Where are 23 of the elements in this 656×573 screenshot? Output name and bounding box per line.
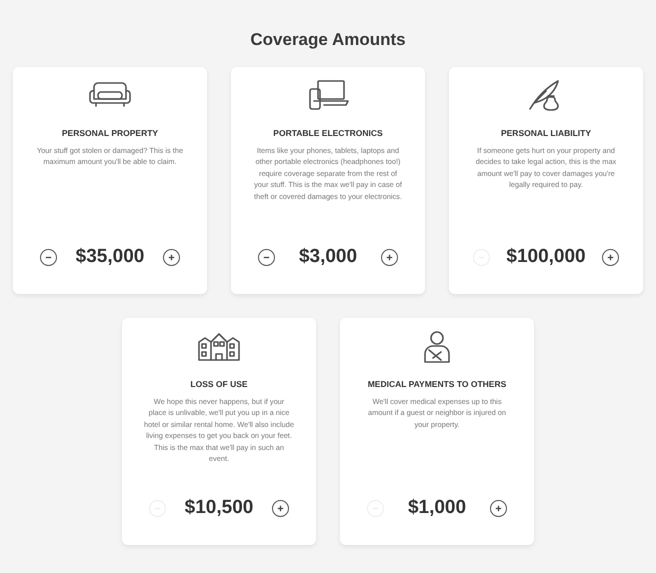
card-title: MEDICAL PAYMENTS TO OTHERS bbox=[368, 379, 506, 389]
increase-button[interactable] bbox=[381, 248, 398, 266]
plus-icon bbox=[385, 252, 394, 262]
card-title: PERSONAL PROPERTY bbox=[62, 128, 158, 138]
amount-value: $35,000 bbox=[74, 246, 146, 268]
card-title: PORTABLE ELECTRONICS bbox=[273, 128, 383, 138]
amount-value: $10,500 bbox=[184, 497, 254, 519]
plus-icon bbox=[606, 252, 615, 262]
plus-icon bbox=[494, 504, 503, 512]
increase-button[interactable] bbox=[602, 248, 619, 266]
amount-value: $100,000 bbox=[506, 246, 586, 268]
decrease-button[interactable] bbox=[258, 248, 275, 266]
amount-value: $3,000 bbox=[298, 246, 358, 268]
increase-button[interactable] bbox=[163, 248, 180, 266]
card-title: LOSS OF USE bbox=[190, 379, 248, 389]
increase-button[interactable] bbox=[272, 500, 289, 516]
card-title: PERSONAL LIABILITY bbox=[500, 128, 592, 138]
increase-button[interactable] bbox=[490, 500, 507, 516]
page-title: Coverage Amounts bbox=[249, 29, 407, 51]
plus-icon bbox=[276, 504, 285, 512]
amount-value: $1,000 bbox=[406, 497, 468, 519]
plus-icon bbox=[167, 252, 176, 262]
decrease-button[interactable] bbox=[40, 248, 57, 266]
